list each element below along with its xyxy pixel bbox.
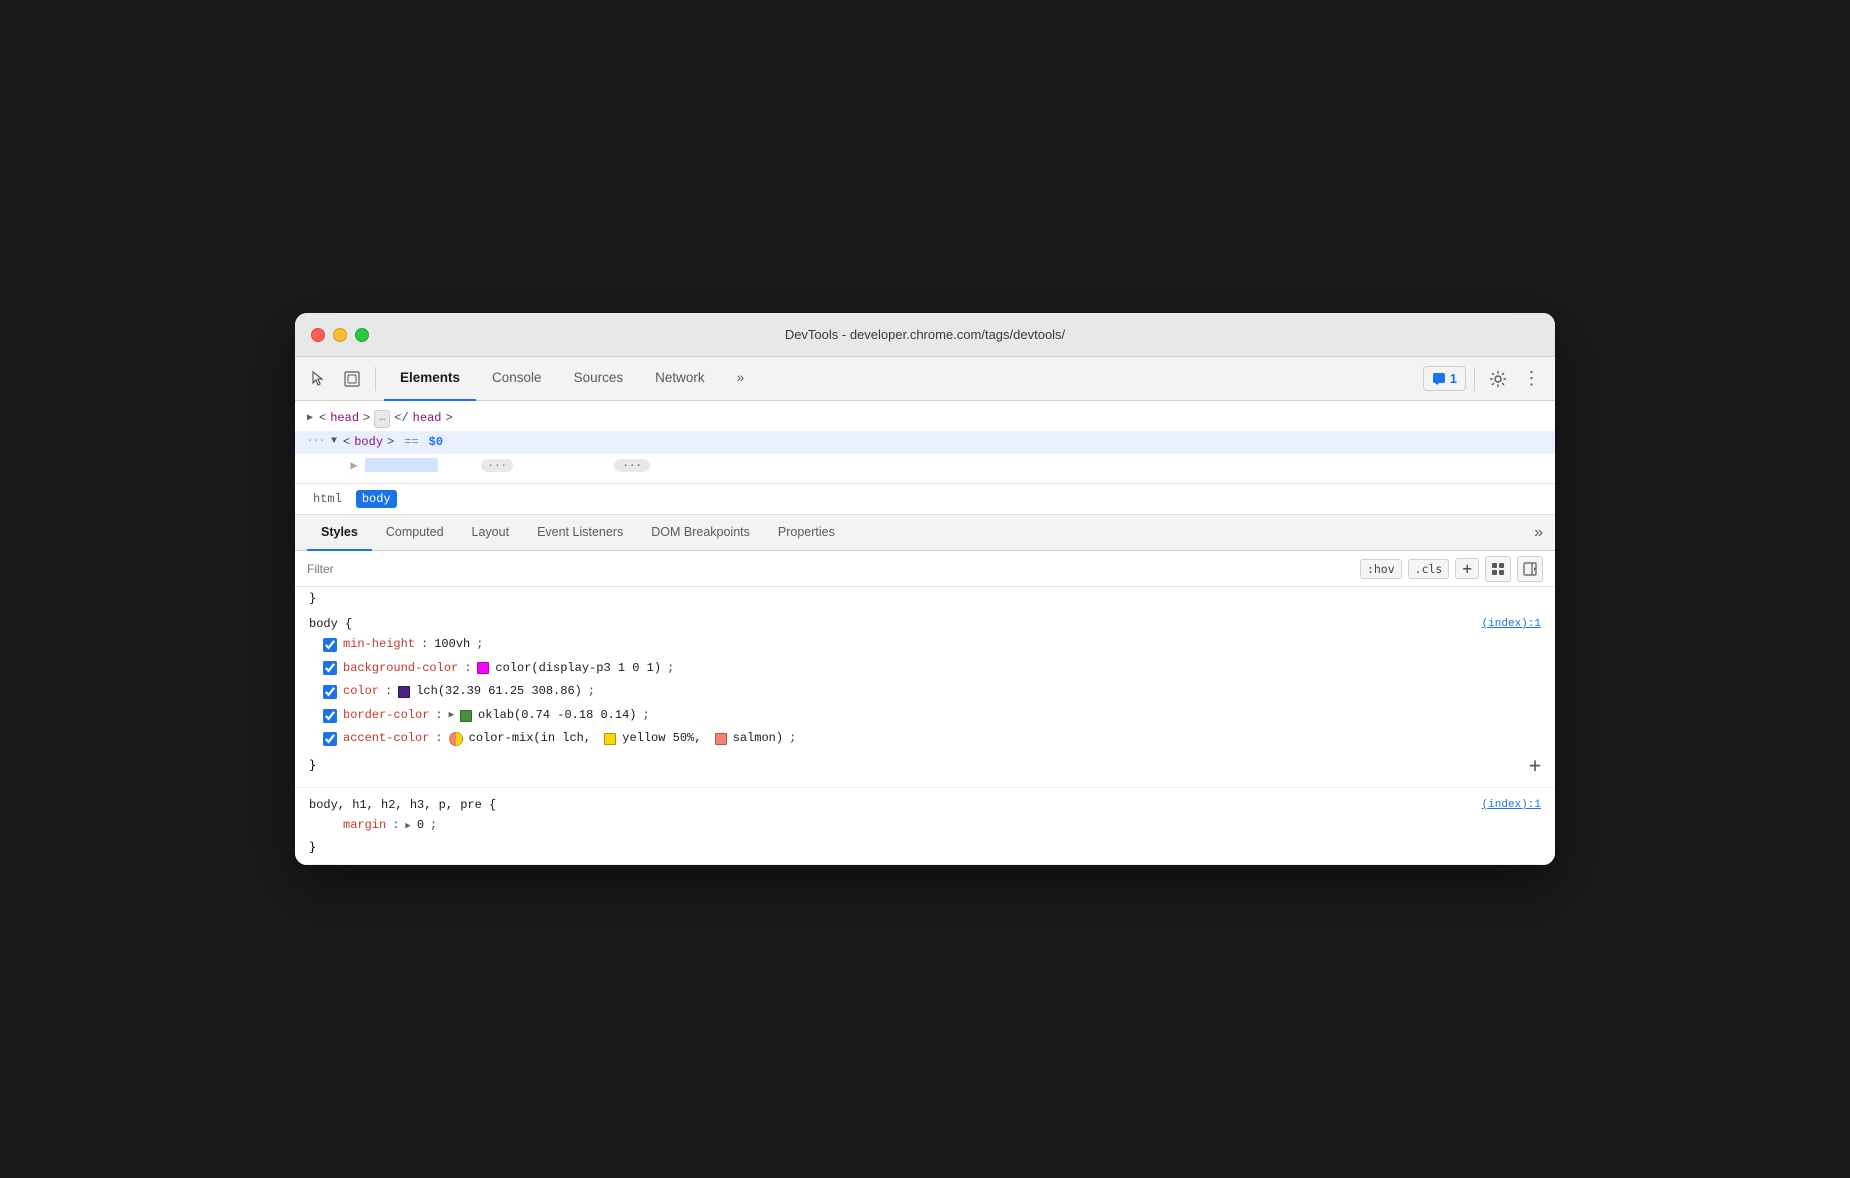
toolbar-divider-2 xyxy=(1474,367,1475,391)
body-headings-rule: body, h1, h2, h3, p, pre { (index):1 mar… xyxy=(295,788,1555,865)
title-bar: DevTools - developer.chrome.com/tags/dev… xyxy=(295,313,1555,357)
property-accent-color: accent-color : color-mix(in lch, yellow … xyxy=(295,727,1555,751)
toggle-sidebar-button[interactable] xyxy=(1517,556,1543,582)
tab-sources[interactable]: Sources xyxy=(558,357,640,401)
devtools-window: DevTools - developer.chrome.com/tags/dev… xyxy=(295,313,1555,864)
body-tree-line[interactable]: ··· ▼ <body> == $0 xyxy=(295,431,1555,454)
bottom-panel: Styles Computed Layout Event Listeners D… xyxy=(295,515,1555,865)
filter-bar: :hov .cls + xyxy=(295,551,1555,587)
filter-input[interactable] xyxy=(307,562,1352,576)
inspect-icon xyxy=(343,370,361,388)
property-background-color: background-color : color(display-p3 1 0 … xyxy=(295,657,1555,681)
devtools-toolbar: Elements Console Sources Network » 1 xyxy=(295,357,1555,401)
breadcrumb-body[interactable]: body xyxy=(356,490,397,508)
previous-rule-closing: } xyxy=(295,587,1555,607)
styles-tab-styles[interactable]: Styles xyxy=(307,515,372,551)
more-options-button[interactable]: ⋮ xyxy=(1517,364,1547,394)
styles-tab-layout[interactable]: Layout xyxy=(458,515,524,551)
head-tree-line[interactable]: ▶ <head> … </head> xyxy=(295,407,1555,430)
force-element-state-button[interactable] xyxy=(1485,556,1511,582)
property-color: color : lch(32.39 61.25 308.86) ; xyxy=(295,680,1555,704)
yellow-swatch[interactable] xyxy=(604,733,616,745)
body-rule-source[interactable]: (index):1 xyxy=(1482,618,1541,630)
body-selector[interactable]: body { xyxy=(309,617,352,631)
body-rule-header: body { (index):1 xyxy=(295,615,1555,633)
gear-icon xyxy=(1489,370,1507,388)
styles-tab-computed[interactable]: Computed xyxy=(372,515,458,551)
close-button[interactable] xyxy=(311,328,325,342)
tab-more[interactable]: » xyxy=(721,357,761,401)
cursor-icon xyxy=(309,370,327,388)
cursor-tool-button[interactable] xyxy=(303,364,333,394)
toolbar-right: 1 ⋮ xyxy=(1423,364,1547,394)
tab-elements[interactable]: Elements xyxy=(384,357,476,401)
property-margin: margin : ▶ 0 ; xyxy=(295,814,1555,838)
accent-color-swatch[interactable] xyxy=(449,732,463,746)
tab-console[interactable]: Console xyxy=(476,357,558,401)
color-checkbox[interactable] xyxy=(323,685,337,699)
elements-panel: ▶ <head> … </head> ··· ▼ <body> == $0 ▶ … xyxy=(295,401,1555,484)
body-rule: body { (index):1 min-height : 100vh ; ba… xyxy=(295,607,1555,788)
add-style-button[interactable]: + xyxy=(1455,558,1479,579)
force-state-icon xyxy=(1491,562,1505,576)
html-tree: ▶ <head> … </head> ··· ▼ <body> == $0 ▶ … xyxy=(295,401,1555,483)
bg-color-swatch[interactable] xyxy=(477,662,489,674)
margin-expand-arrow[interactable]: ▶ xyxy=(405,818,410,834)
breadcrumb-html[interactable]: html xyxy=(307,490,348,508)
sidebar-icon xyxy=(1523,562,1537,576)
dollar-zero: $0 xyxy=(429,433,443,452)
body-headings-rule-header: body, h1, h2, h3, p, pre { (index):1 xyxy=(295,796,1555,814)
truncated-content-line: ▶ ··· ··· xyxy=(295,454,1555,477)
styles-tab-more[interactable]: » xyxy=(1534,524,1543,542)
background-color-checkbox[interactable] xyxy=(323,661,337,675)
body-headings-selector[interactable]: body, h1, h2, h3, p, pre { xyxy=(309,798,496,812)
settings-button[interactable] xyxy=(1483,364,1513,394)
breadcrumb-bar: html body xyxy=(295,484,1555,515)
add-property-button[interactable]: + xyxy=(1529,753,1541,777)
console-badge-button[interactable]: 1 xyxy=(1423,366,1466,391)
traffic-lights xyxy=(311,328,369,342)
tab-network[interactable]: Network xyxy=(639,357,721,401)
salmon-swatch[interactable] xyxy=(715,733,727,745)
property-border-color: border-color : ▶ oklab(0.74 -0.18 0.14) … xyxy=(295,704,1555,728)
cls-filter-button[interactable]: .cls xyxy=(1408,559,1450,579)
border-color-arrow[interactable]: ▶ xyxy=(449,707,454,723)
message-icon xyxy=(1432,372,1446,386)
body-arrow: ▼ xyxy=(331,434,337,450)
inspect-button[interactable] xyxy=(337,364,367,394)
styles-content: } body { (index):1 min-height : 100vh ; xyxy=(295,587,1555,865)
toolbar-divider-1 xyxy=(375,367,376,391)
styles-tabs-bar: Styles Computed Layout Event Listeners D… xyxy=(295,515,1555,551)
head-ellipsis[interactable]: … xyxy=(374,410,390,428)
head-arrow: ▶ xyxy=(307,411,313,427)
maximize-button[interactable] xyxy=(355,328,369,342)
body-headings-rule-source[interactable]: (index):1 xyxy=(1482,799,1541,811)
toolbar-tabs: Elements Console Sources Network » xyxy=(384,357,1419,401)
property-min-height: min-height : 100vh ; xyxy=(295,633,1555,657)
min-height-checkbox[interactable] xyxy=(323,638,337,652)
border-color-checkbox[interactable] xyxy=(323,709,337,723)
styles-tab-properties[interactable]: Properties xyxy=(764,515,849,551)
styles-tab-event-listeners[interactable]: Event Listeners xyxy=(523,515,637,551)
window-title: DevTools - developer.chrome.com/tags/dev… xyxy=(785,327,1065,342)
minimize-button[interactable] xyxy=(333,328,347,342)
body-rule-footer: } + xyxy=(295,751,1555,779)
filter-buttons: :hov .cls + xyxy=(1360,556,1543,582)
styles-tab-dom-breakpoints[interactable]: DOM Breakpoints xyxy=(637,515,764,551)
hov-filter-button[interactable]: :hov xyxy=(1360,559,1402,579)
border-color-swatch[interactable] xyxy=(460,710,472,722)
color-swatch[interactable] xyxy=(398,686,410,698)
accent-color-checkbox[interactable] xyxy=(323,732,337,746)
body-headings-rule-closing: } xyxy=(295,838,1555,856)
